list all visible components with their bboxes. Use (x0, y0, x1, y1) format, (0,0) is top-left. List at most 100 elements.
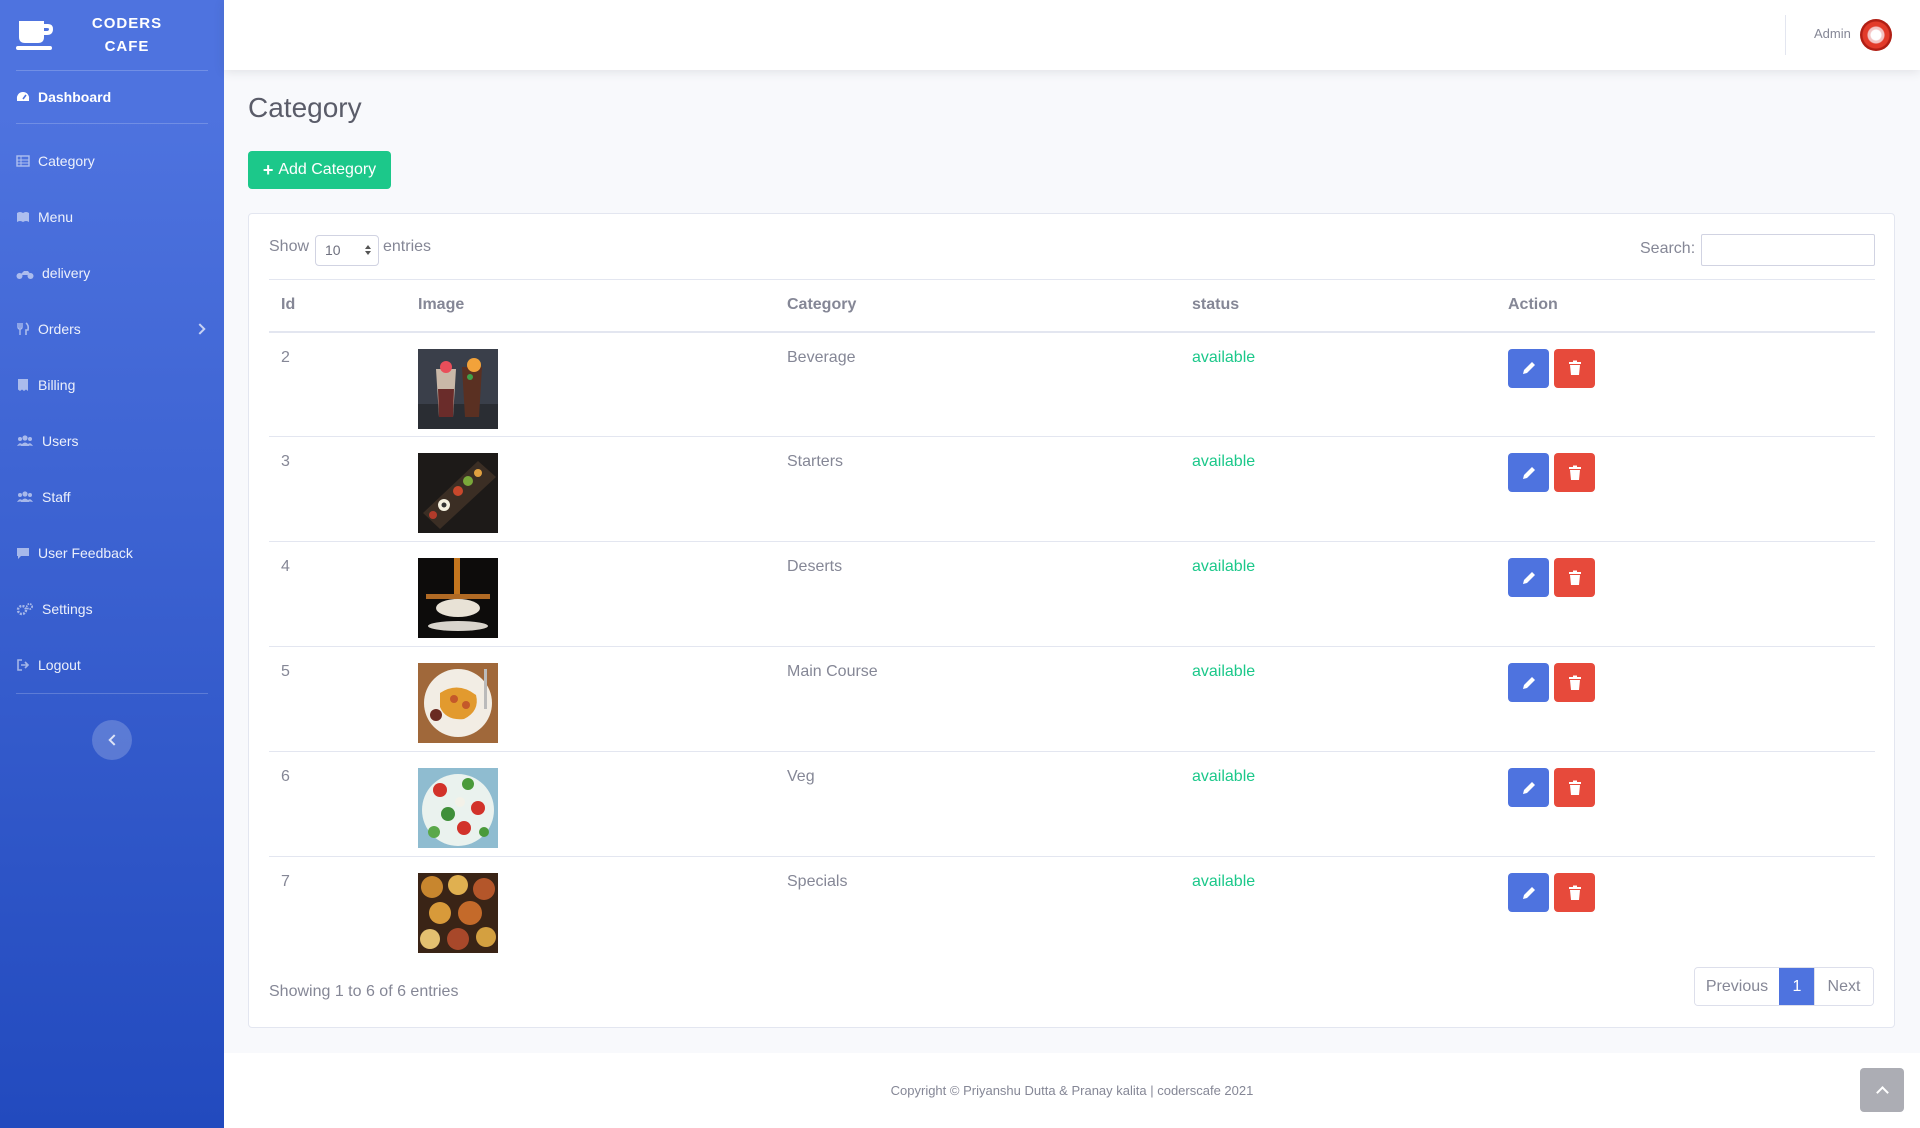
delete-button[interactable] (1554, 663, 1595, 702)
page-1-button[interactable]: 1 (1779, 968, 1814, 1005)
cell-status: available (1180, 436, 1496, 542)
sidebar-item-label: Settings (42, 601, 93, 617)
table-row: 2 Beverage available (269, 331, 1875, 437)
page-size-value: 10 (325, 242, 341, 258)
pagination: Previous 1 Next (1694, 967, 1874, 1006)
avatar[interactable] (1860, 19, 1892, 51)
sidebar-item-label: Orders (38, 321, 81, 337)
chevron-up-icon (1875, 1085, 1889, 1099)
category-table-card: Show 10 entries Search: Id Image Categor… (248, 213, 1895, 1028)
table-row: 5 Main Course available (269, 646, 1875, 752)
comment-icon (16, 546, 30, 560)
scroll-to-top-button[interactable] (1860, 1068, 1904, 1112)
brand-name: CODERS CAFE (72, 12, 182, 58)
next-page-button[interactable]: Next (1814, 968, 1873, 1005)
cell-status: available (1180, 541, 1496, 647)
brand-line-2: CAFE (104, 38, 150, 55)
table-header-row: Id Image Category status Action (269, 279, 1875, 333)
sidebar-item-menu[interactable]: Menu (0, 189, 224, 245)
show-label: Show (269, 238, 310, 255)
search-input[interactable] (1701, 234, 1875, 266)
column-header-status[interactable]: status (1180, 279, 1496, 333)
cell-action (1496, 646, 1875, 752)
delete-button[interactable] (1554, 768, 1595, 807)
cell-image (406, 646, 775, 752)
column-header-id[interactable]: Id (269, 279, 406, 333)
users-icon (16, 490, 34, 504)
sidebar-item-user-feedback[interactable]: User Feedback (0, 525, 224, 581)
pencil-icon (1522, 886, 1535, 899)
user-name[interactable]: Admin (1814, 26, 1851, 41)
plus-icon: + (262, 159, 274, 180)
deserts-image (418, 558, 498, 638)
sidebar-item-category[interactable]: Category (0, 133, 224, 189)
pencil-icon (1522, 466, 1535, 479)
delete-button[interactable] (1554, 873, 1595, 912)
cell-id: 5 (269, 646, 406, 752)
edit-button[interactable] (1508, 453, 1549, 492)
cell-category: Beverage (775, 331, 1180, 437)
topbar-divider (1785, 15, 1786, 55)
cell-id: 7 (281, 873, 290, 890)
cell-status: available (1180, 646, 1496, 752)
sidebar-item-settings[interactable]: Settings (0, 581, 224, 637)
delete-button[interactable] (1554, 453, 1595, 492)
chevron-right-icon (194, 323, 206, 335)
cell-id: 6 (269, 751, 406, 857)
sidebar-item-label: Menu (38, 209, 74, 225)
book-icon (16, 210, 30, 224)
table-icon (16, 154, 30, 168)
cell-action (1496, 751, 1875, 857)
add-category-button[interactable]: + Add Category (248, 151, 391, 189)
column-header-image[interactable]: Image (406, 279, 775, 333)
cell-image (406, 331, 775, 437)
table-row: 7 Specials available (269, 857, 1875, 962)
cell-image (406, 541, 775, 647)
sidebar-item-staff[interactable]: Staff (0, 469, 224, 525)
edit-button[interactable] (1508, 768, 1549, 807)
trash-icon (1568, 780, 1581, 795)
cell-category: Starters (775, 436, 1180, 542)
sidebar-item-orders[interactable]: Orders (0, 301, 224, 357)
cell-category: Veg (775, 751, 1180, 857)
sidebar-item-dashboard[interactable]: Dashboard (0, 71, 224, 123)
sidebar-item-billing[interactable]: Billing (0, 357, 224, 413)
delete-button[interactable] (1554, 558, 1595, 597)
previous-page-button[interactable]: Previous (1695, 968, 1779, 1005)
edit-button[interactable] (1508, 663, 1549, 702)
cell-action (1496, 857, 1875, 962)
cell-status: available (1192, 873, 1256, 890)
edit-button[interactable] (1508, 873, 1549, 912)
table-row: 4 Deserts available (269, 541, 1875, 647)
sidebar-item-users[interactable]: Users (0, 413, 224, 469)
beverage-image (418, 348, 498, 429)
category-table: Id Image Category status Action 2 Bevera… (269, 279, 1875, 962)
trash-icon (1568, 675, 1581, 690)
column-header-action[interactable]: Action (1496, 279, 1875, 333)
edit-button[interactable] (1508, 558, 1549, 597)
tachometer-icon (16, 90, 30, 104)
sidebar-item-logout[interactable]: Logout (0, 637, 224, 693)
brand[interactable]: CODERS CAFE (0, 0, 224, 70)
sidebar-item-delivery[interactable]: delivery (0, 245, 224, 301)
column-header-category[interactable]: Category (775, 279, 1180, 333)
trash-icon (1568, 885, 1581, 900)
pencil-icon (1522, 362, 1535, 374)
table-info: Showing 1 to 6 of 6 entries (269, 983, 459, 1000)
sidebar-item-label: Users (42, 433, 79, 449)
trash-icon (1568, 570, 1581, 585)
delete-button[interactable] (1554, 348, 1595, 388)
sidebar-item-label: Logout (38, 657, 81, 673)
specials-image (418, 873, 498, 953)
page-size-select[interactable]: 10 (315, 235, 379, 266)
copyright-text: Copyright © Priyanshu Dutta & Pranay kal… (890, 1083, 1254, 1098)
cell-category: Main Course (775, 646, 1180, 752)
cell-action (1496, 436, 1875, 542)
brand-line-1: CODERS (91, 15, 163, 32)
edit-button[interactable] (1508, 348, 1549, 388)
sidebar-item-label: Dashboard (38, 89, 112, 105)
cell-image (406, 857, 775, 962)
trash-icon (1568, 360, 1581, 375)
sidebar-toggle-button[interactable] (92, 720, 132, 760)
starters-image (418, 453, 498, 533)
